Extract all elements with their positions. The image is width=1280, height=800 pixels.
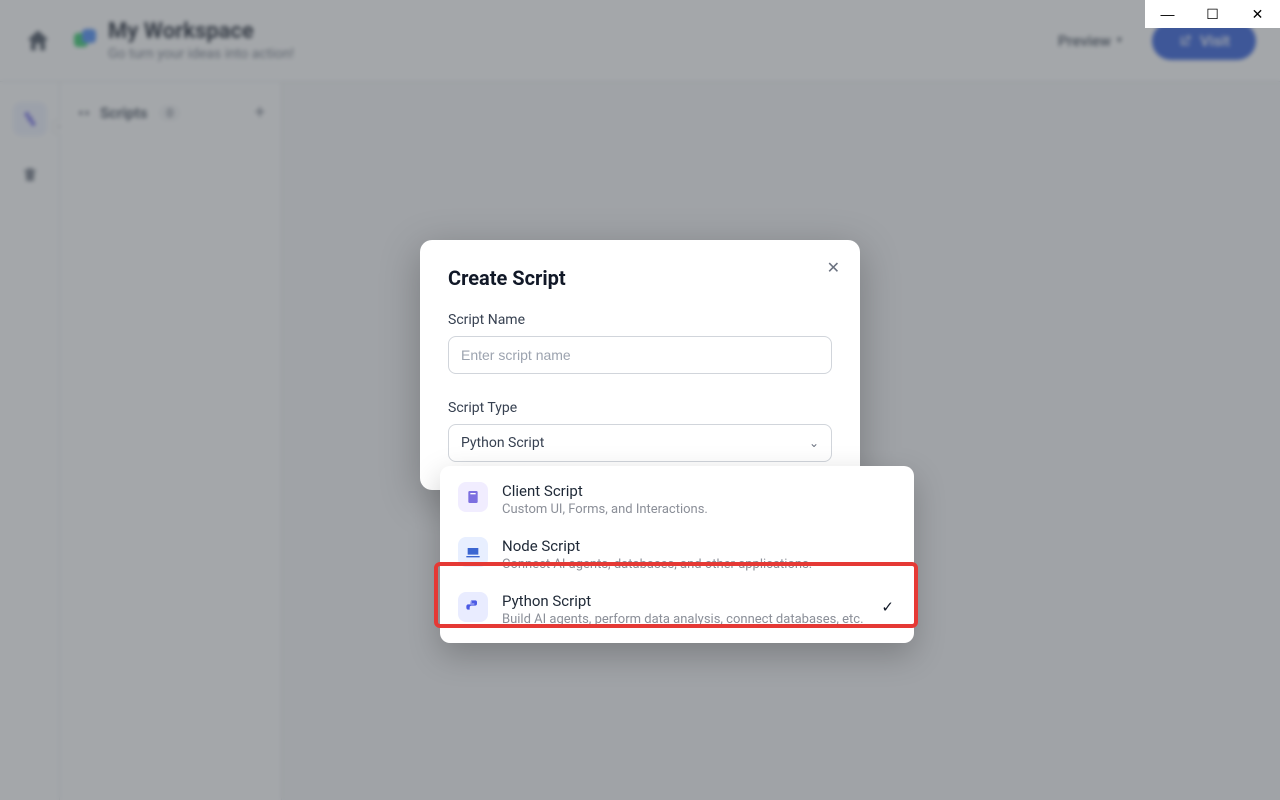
option-title: Node Script [502,537,812,555]
window-controls: — ☐ ✕ [1145,0,1280,28]
check-icon: ✓ [881,598,894,616]
node-icon [458,537,488,567]
option-python-script[interactable]: Python Script Build AI agents, perform d… [440,582,914,637]
client-icon [458,482,488,512]
python-icon [458,592,488,622]
create-script-modal: Create Script ✕ Script Name Script Type … [420,240,860,490]
option-node-script[interactable]: Node Script Connect AI agents, databases… [440,527,914,582]
script-type-selected-value: Python Script [461,435,544,451]
script-name-label: Script Name [448,312,832,328]
script-type-dropdown: Client Script Custom UI, Forms, and Inte… [440,466,914,643]
modal-close-button[interactable]: ✕ [827,260,840,276]
script-name-input[interactable] [448,336,832,374]
option-title: Client Script [502,482,708,500]
modal-title: Create Script [448,266,832,290]
window-minimize-button[interactable]: — [1148,6,1188,22]
option-desc: Connect AI agents, databases, and other … [502,557,812,572]
option-desc: Custom UI, Forms, and Interactions. [502,502,708,517]
window-close-button[interactable]: ✕ [1238,6,1278,23]
chevron-down-icon: ⌄ [809,436,819,450]
option-desc: Build AI agents, perform data analysis, … [502,612,864,627]
option-title: Python Script [502,592,864,610]
script-type-select[interactable]: Python Script ⌄ [448,424,832,462]
option-client-script[interactable]: Client Script Custom UI, Forms, and Inte… [440,472,914,527]
window-maximize-button[interactable]: ☐ [1193,6,1233,23]
script-type-label: Script Type [448,400,832,416]
